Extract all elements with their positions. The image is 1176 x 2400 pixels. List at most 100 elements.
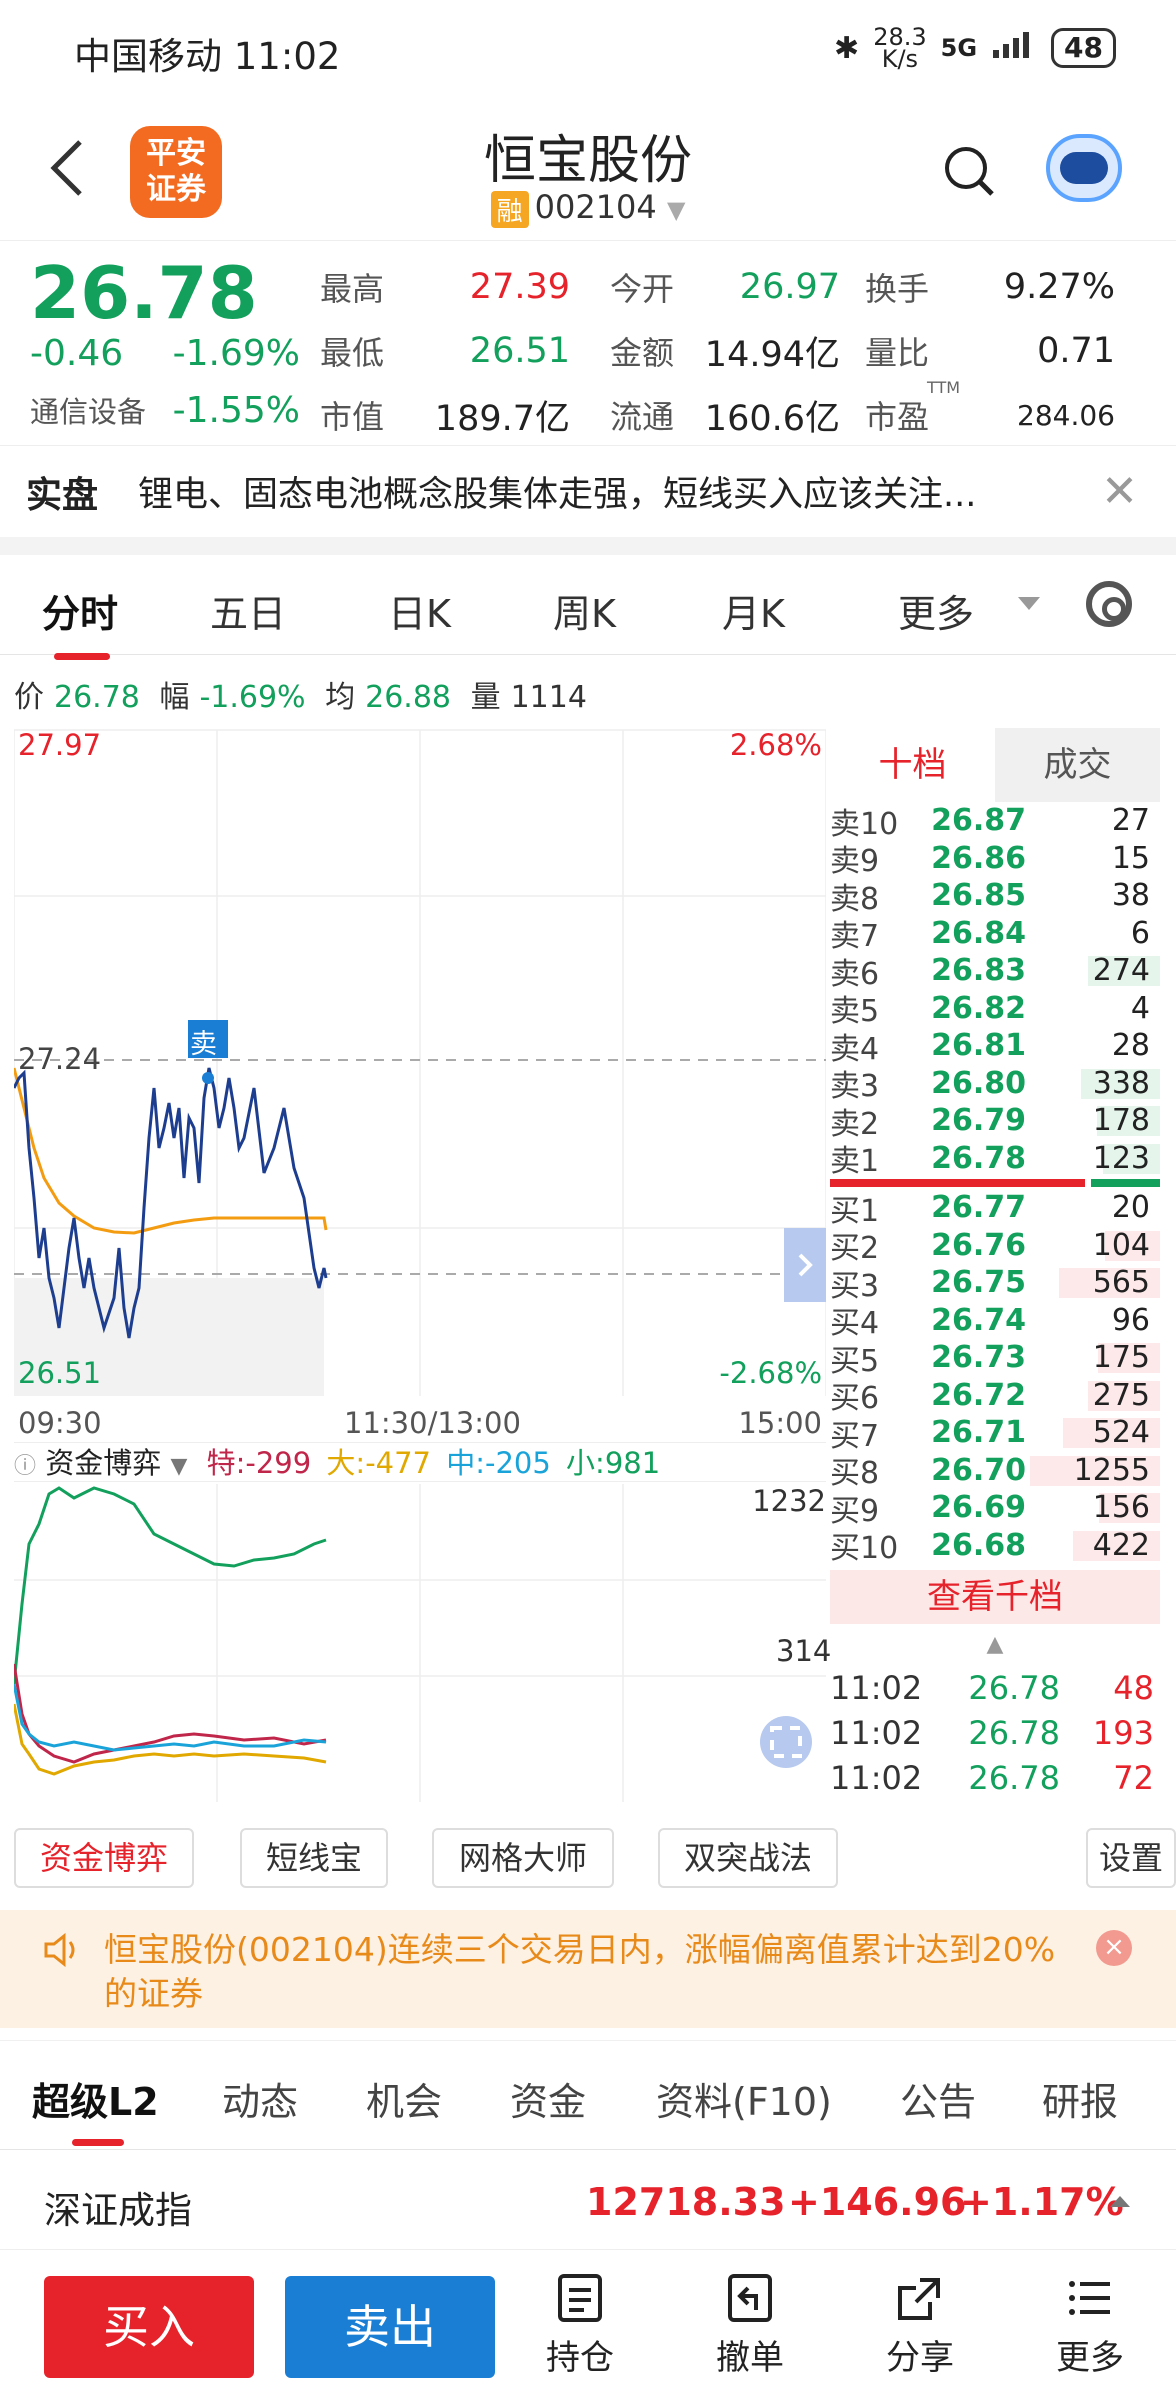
bid-level-row[interactable]: 买3 26.75 565 (830, 1264, 1160, 1304)
bluetooth-icon: ✱ (834, 30, 860, 66)
action-bar: 买入 卖出 持仓 撤单 分享 更多 (0, 2262, 1176, 2400)
fund-game-button[interactable]: 资金博弈 (14, 1828, 194, 1888)
ask-level-row[interactable]: 卖9 26.86 15 (830, 840, 1160, 880)
news-text[interactable]: 锂电、固态电池概念股集体走强，短线买入应该关注... (138, 466, 1068, 517)
fund-max: 1232 (752, 1484, 826, 1518)
tab-research[interactable]: 研报 (1042, 2071, 1118, 2126)
chart-low-pct: -2.68% (719, 1356, 822, 1390)
bid-level-row[interactable]: 买5 26.73 175 (830, 1339, 1160, 1379)
fund-chart-svg (14, 1484, 826, 1802)
ask-levels: 卖10 26.87 27 卖9 26.86 15 卖8 26.85 38 卖7 26.84 6 卖6 26… (830, 802, 1160, 1179)
margin-badge: 融 (490, 190, 529, 228)
ask-level-price: 26.85 (931, 878, 1026, 914)
bid-level-row[interactable]: 买7 26.71 524 (830, 1414, 1160, 1454)
fund-te-line (14, 1663, 327, 1764)
ask-level-price: 26.78 (931, 1140, 1026, 1176)
chevron-up-icon[interactable]: ▲ (830, 1632, 1160, 1657)
ask-level-row[interactable]: 卖6 26.83 274 (830, 952, 1160, 992)
trade-volume: 193 (1092, 1713, 1154, 1752)
share-label: 分享 (886, 2338, 954, 2378)
tab-daily-k[interactable]: 日K (388, 583, 451, 638)
ask-level-qty: 38 (1111, 878, 1150, 914)
gear-icon[interactable] (1086, 581, 1132, 627)
settings-button[interactable]: 设置 (1086, 1828, 1176, 1888)
short-line-button[interactable]: 短线宝 (240, 1828, 388, 1888)
bid-level-row[interactable]: 买1 26.77 20 (830, 1189, 1160, 1229)
share-button[interactable]: 分享 (860, 2272, 980, 2379)
fund-title[interactable]: 资金博弈 (45, 1446, 161, 1480)
cancel-order-button[interactable]: 撤单 (690, 2272, 810, 2379)
network-speed: 28.3 K/s (873, 23, 927, 73)
sell-button[interactable]: 卖出 (285, 2276, 495, 2378)
ai-assistant-icon[interactable] (1046, 134, 1122, 202)
quote-row: 最高 27.39 今开 26.97 换手 9.27% (320, 267, 1115, 308)
holdings-button[interactable]: 持仓 (520, 2272, 640, 2379)
ask-level-row[interactable]: 卖3 26.80 338 (830, 1065, 1160, 1104)
tab-news[interactable]: 动态 (222, 2071, 298, 2126)
tab-monthly-k[interactable]: 月K (722, 583, 785, 638)
trade-time: 11:02 (830, 1713, 923, 1752)
ask-level-row[interactable]: 卖10 26.87 27 (830, 802, 1160, 842)
tab-opportunity[interactable]: 机会 (366, 2071, 442, 2126)
sector-change[interactable]: 通信设备 -1.55% (30, 389, 300, 431)
ask-level-row[interactable]: 卖2 26.79 178 (830, 1102, 1160, 1142)
bid-level-price: 26.71 (931, 1415, 1026, 1451)
buy-button[interactable]: 买入 (44, 2276, 254, 2378)
quote-panel: 26.78 -0.46 -1.69% 通信设备 -1.55% 最高 27.39 今开 2… (0, 240, 1176, 445)
fund-chart[interactable]: ⓘ 资金博弈 ▼ 特:-299 大:-477 中:-205 小:981 1232… (14, 1442, 831, 1804)
bid-level-price: 26.76 (931, 1227, 1026, 1263)
bid-level-row[interactable]: 买2 26.76 104 (830, 1227, 1160, 1266)
ask-level-row[interactable]: 卖8 26.85 38 (830, 877, 1160, 917)
close-icon[interactable]: ✕ (1101, 466, 1138, 517)
ask-level-row[interactable]: 卖5 26.82 4 (830, 990, 1160, 1030)
tab-weekly-k[interactable]: 周K (553, 583, 616, 638)
bid-level-qty: 524 (1092, 1415, 1150, 1451)
holdings-label: 持仓 (546, 2338, 614, 2378)
chevron-down-icon (1018, 597, 1040, 610)
sell-marker[interactable]: 卖 (190, 1022, 217, 1061)
bid-level-row[interactable]: 买4 26.74 96 (830, 1302, 1160, 1342)
more-button[interactable]: 更多 (1030, 2272, 1150, 2379)
search-icon[interactable] (944, 146, 996, 198)
trade-row: 11:02 26.78 193 (830, 1710, 1160, 1755)
tab-f10[interactable]: 资料(F10) (656, 2071, 832, 2126)
close-icon[interactable]: × (1096, 1930, 1132, 1966)
divider (0, 537, 1176, 555)
ask-level-row[interactable]: 卖7 26.84 6 (830, 915, 1160, 955)
tab-ten-levels[interactable]: 十档 (830, 728, 995, 802)
double-breakout-button[interactable]: 双突战法 (658, 1828, 838, 1888)
tab-intraday[interactable]: 分时 (42, 583, 118, 660)
trade-price: 26.78 (968, 1713, 1060, 1752)
tool-buttons: 资金博弈 短线宝 网格大师 双突战法 设置 (14, 1828, 1176, 1888)
bid-level-row[interactable]: 买9 26.69 156 (830, 1489, 1160, 1529)
bid-level-price: 26.73 (931, 1340, 1026, 1376)
news-tag: 实盘 (26, 474, 99, 516)
tab-more[interactable]: 更多 (898, 583, 974, 638)
bid-level-price: 26.68 (931, 1527, 1026, 1563)
fund-xiao: 小:981 (566, 1446, 661, 1480)
tab-super-l2[interactable]: 超级L2 (32, 2071, 159, 2146)
bid-level-row[interactable]: 买8 26.70 1255 (830, 1452, 1160, 1491)
bid-level-qty: 422 (1092, 1527, 1150, 1563)
bid-level-row[interactable]: 买6 26.72 275 (830, 1377, 1160, 1416)
chevron-up-icon[interactable] (1110, 2196, 1130, 2207)
trade-row: 11:02 26.78 72 (830, 1755, 1160, 1800)
ask-level-row[interactable]: 卖1 26.78 123 (830, 1140, 1160, 1179)
grid-master-button[interactable]: 网格大师 (432, 1828, 614, 1888)
intraday-chart-svg (14, 729, 826, 1396)
tab-trades[interactable]: 成交 (995, 728, 1160, 802)
bid-level-row[interactable]: 买10 26.68 422 (830, 1527, 1160, 1566)
ask-level-price: 26.81 (931, 1028, 1026, 1064)
tab-announcements[interactable]: 公告 (900, 2071, 976, 2126)
tab-funds[interactable]: 资金 (510, 2071, 586, 2126)
fund-mid: 314 (776, 1634, 832, 1668)
ask-level-row[interactable]: 卖4 26.81 28 (830, 1027, 1160, 1067)
risk-alert[interactable]: 恒宝股份(002104)连续三个交易日内，涨幅偏离值累计达到20%的证券 × (0, 1910, 1176, 2028)
average-price-line (14, 1067, 328, 1235)
view-thousand-levels-button[interactable]: 查看千档 (830, 1570, 1160, 1624)
intraday-chart[interactable]: 27.97 2.68% 27.24 26.51 -2.68% 卖 09:30 1… (14, 728, 826, 1440)
tab-five-day[interactable]: 五日 (210, 583, 286, 638)
news-ticker[interactable]: 实盘 锂电、固态电池概念股集体走强，短线买入应该关注... ✕ (0, 445, 1176, 537)
stock-code-selector[interactable]: 融 002104 ▼ (0, 188, 1176, 228)
market-index-bar[interactable]: 深证成指 12718.33 +146.96 +1.17% (0, 2150, 1176, 2250)
